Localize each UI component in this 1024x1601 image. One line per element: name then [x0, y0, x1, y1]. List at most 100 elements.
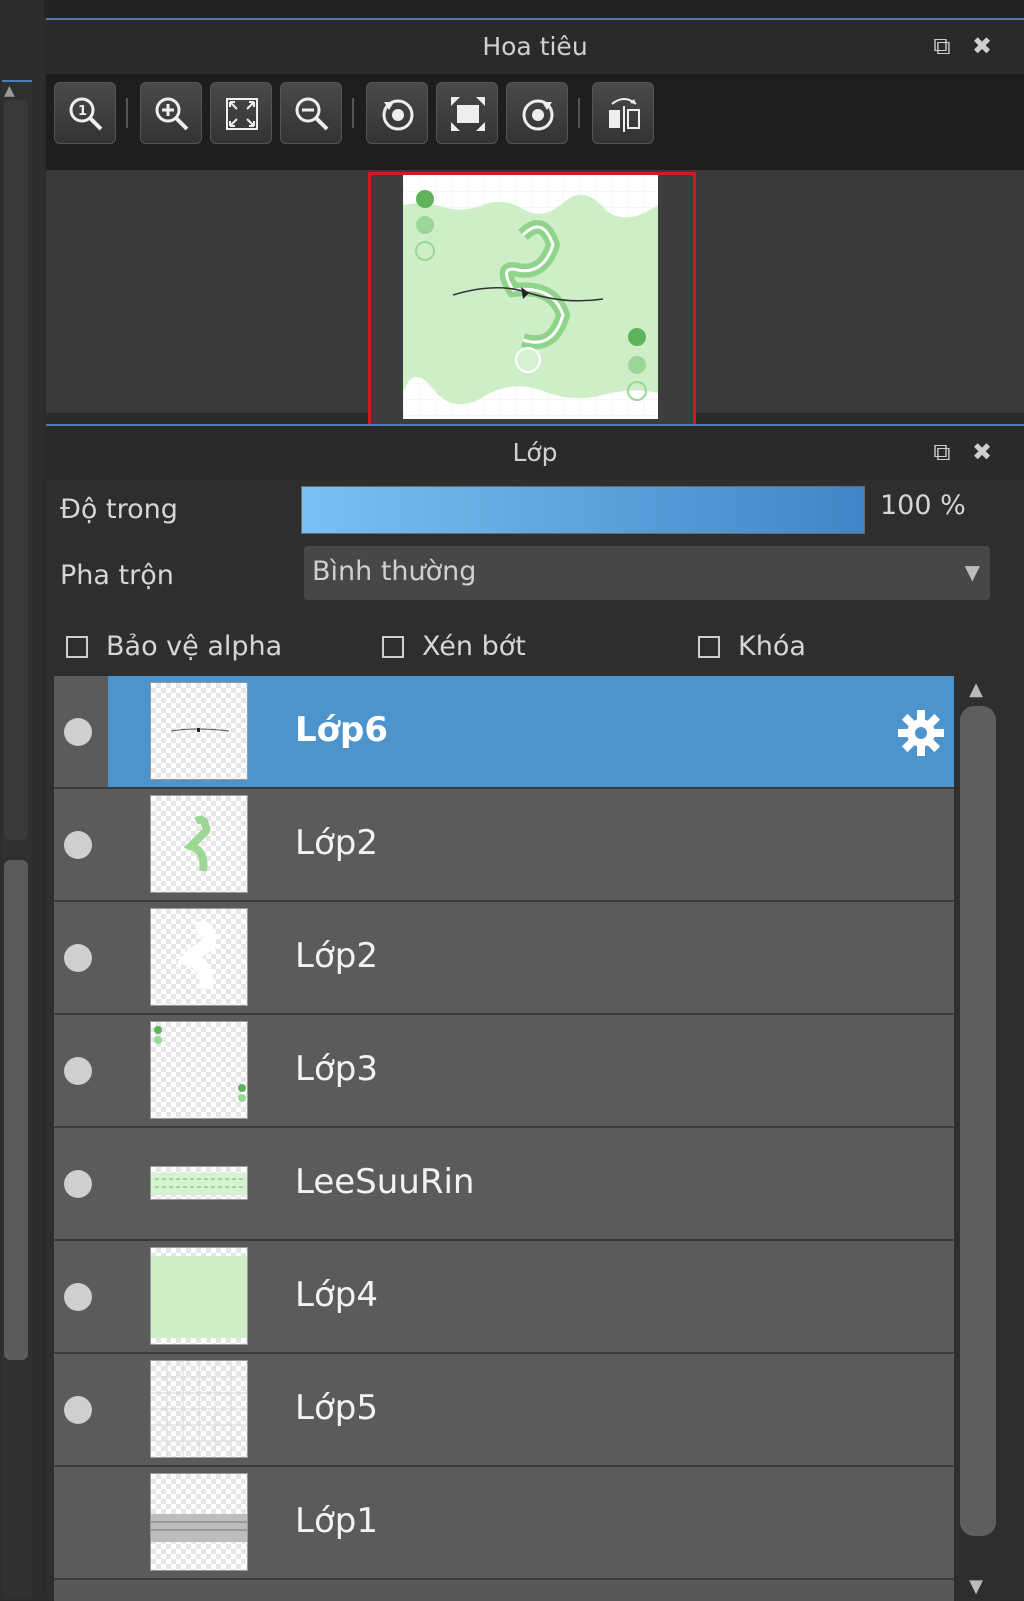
opacity-label: Độ trong [60, 494, 178, 525]
rotate-left-button[interactable] [366, 82, 428, 144]
clipping-checkbox[interactable]: Xén bớt [382, 630, 526, 662]
protect-alpha-label: Bảo vệ alpha [106, 631, 283, 662]
fit-to-window-button[interactable] [210, 82, 272, 144]
layer-thumbnail [150, 1360, 248, 1458]
zoom-in-icon [155, 97, 189, 131]
layer-thumbnail [150, 1473, 248, 1571]
rotate-right-button[interactable] [506, 82, 568, 144]
layer-thumbnail [150, 908, 248, 1006]
popout-icon[interactable]: ⧉ [928, 32, 956, 60]
thumbnail-art [170, 728, 230, 732]
popout-icon[interactable]: ⧉ [928, 438, 956, 466]
toolbar-separator [126, 98, 128, 128]
protect-alpha-checkbox[interactable]: Bảo vệ alpha [66, 630, 282, 662]
layer-name: Lớp3 [295, 1049, 378, 1089]
layer-thumbnail [150, 795, 248, 893]
flip-horizontal-button[interactable] [592, 82, 654, 144]
thumbnail-art [151, 1256, 247, 1338]
navigator-panel: Hoa tiêu ⧉ ✖ 1 [46, 18, 1024, 428]
scroll-thumb[interactable] [960, 706, 996, 1536]
blend-mode-select[interactable]: Bình thường ▼ [304, 546, 990, 600]
thumbnail-art [151, 1361, 247, 1457]
close-icon[interactable]: ✖ [968, 438, 996, 466]
layer-thumbnail [150, 1166, 248, 1200]
rotate-right-icon [522, 99, 554, 131]
zoom-out-button[interactable] [280, 82, 342, 144]
rotate-left-icon [382, 99, 414, 131]
blend-mode-value: Bình thường [312, 556, 477, 587]
thumbnail-art [151, 1173, 247, 1195]
scroll-down-icon[interactable]: ▼ [966, 1576, 986, 1597]
zoom-actual-size-button[interactable]: 1 [54, 82, 116, 144]
view-frame[interactable] [368, 172, 696, 428]
navigator-preview[interactable] [46, 170, 1024, 428]
layer-row[interactable]: Lớp5 [54, 1354, 954, 1467]
layer-row[interactable]: Lớp1 [54, 1467, 954, 1580]
visibility-toggle[interactable] [64, 1396, 92, 1424]
reset-view-button[interactable] [436, 82, 498, 144]
zoom-actual-size-icon: 1 [69, 97, 103, 131]
checkbox-box[interactable] [698, 635, 720, 658]
chevron-down-icon: ▼ [964, 560, 980, 584]
scroll-up-icon[interactable]: ▲ [966, 681, 986, 699]
gear-icon[interactable] [896, 708, 946, 758]
opacity-slider[interactable] [301, 486, 865, 534]
layers-panel: Lớp ⧉ ✖ Độ trong 100 % Pha trộn Bình thư… [46, 424, 1024, 1601]
canvas-artwork [403, 175, 658, 419]
layer-thumbnail [150, 1021, 248, 1119]
flip-horizontal-icon [609, 98, 640, 132]
visibility-toggle[interactable] [64, 1170, 92, 1198]
toolbar-separator [578, 98, 580, 128]
navigator-toolbar: 1 [46, 74, 1024, 170]
fit-to-window-icon [226, 98, 258, 130]
left-scroll-track-area [4, 100, 28, 840]
layer-name: Lớp4 [295, 1275, 378, 1315]
zoom-in-button[interactable] [140, 82, 202, 144]
navigator-title: Hoa tiêu [482, 32, 588, 61]
layer-list-scrollbar[interactable]: ▲ ▼ [956, 676, 1000, 1601]
layer-thumbnail [150, 682, 248, 780]
layer-name: Lớp2 [295, 823, 378, 863]
layers-title: Lớp [512, 438, 558, 467]
layer-thumbnail [150, 1247, 248, 1345]
left-scroll-thumb[interactable] [4, 860, 28, 1360]
top-band [0, 0, 1024, 18]
zoom-out-icon [295, 97, 329, 131]
layer-list: Lớp6 Lớp2 Lớp2 Lớp3 LeeSuuRin Lớp4 Lớp5 … [54, 676, 954, 1601]
left-scroll-up-icon[interactable]: ▲ [4, 84, 20, 98]
navigator-header: Hoa tiêu ⧉ ✖ [46, 20, 1024, 74]
layer-name: Lớp1 [295, 1501, 378, 1541]
layer-row[interactable]: Lớp6 [54, 676, 954, 789]
layer-name: Lớp2 [295, 936, 378, 976]
reset-view-icon [451, 97, 485, 131]
checkbox-box[interactable] [382, 635, 404, 658]
canvas-thumbnail [403, 175, 658, 419]
visibility-toggle[interactable] [64, 944, 92, 972]
toolbar-separator [352, 98, 354, 128]
layer-name: Lớp5 [295, 1388, 378, 1428]
opacity-value: 100 % [880, 490, 966, 521]
visibility-toggle[interactable] [64, 831, 92, 859]
lock-label: Khóa [738, 631, 806, 662]
layers-header: Lớp ⧉ ✖ [46, 426, 1024, 480]
layer-name: LeeSuuRin [295, 1162, 475, 1202]
blend-mode-label: Pha trộn [60, 560, 174, 591]
clipping-label: Xén bớt [422, 631, 526, 662]
checkbox-box[interactable] [66, 635, 88, 658]
lock-checkbox[interactable]: Khóa [698, 630, 806, 662]
svg-text:1: 1 [78, 104, 87, 119]
close-icon[interactable]: ✖ [968, 32, 996, 60]
layer-row[interactable]: Lớp2 [54, 789, 954, 902]
visibility-toggle[interactable] [64, 1283, 92, 1311]
visibility-toggle[interactable] [64, 1057, 92, 1085]
layer-row[interactable]: LeeSuuRin [54, 1128, 954, 1241]
visibility-toggle[interactable] [64, 718, 92, 746]
layer-name: Lớp6 [295, 710, 389, 750]
layer-row[interactable]: Lớp4 [54, 1241, 954, 1354]
thumbnail-art [154, 1026, 246, 1102]
layer-row[interactable]: Lớp2 [54, 902, 954, 1015]
thumbnail-art [176, 921, 217, 990]
layer-row[interactable]: Lớp3 [54, 1015, 954, 1128]
thumbnail-art [183, 815, 211, 872]
thumbnail-art [151, 1514, 247, 1542]
